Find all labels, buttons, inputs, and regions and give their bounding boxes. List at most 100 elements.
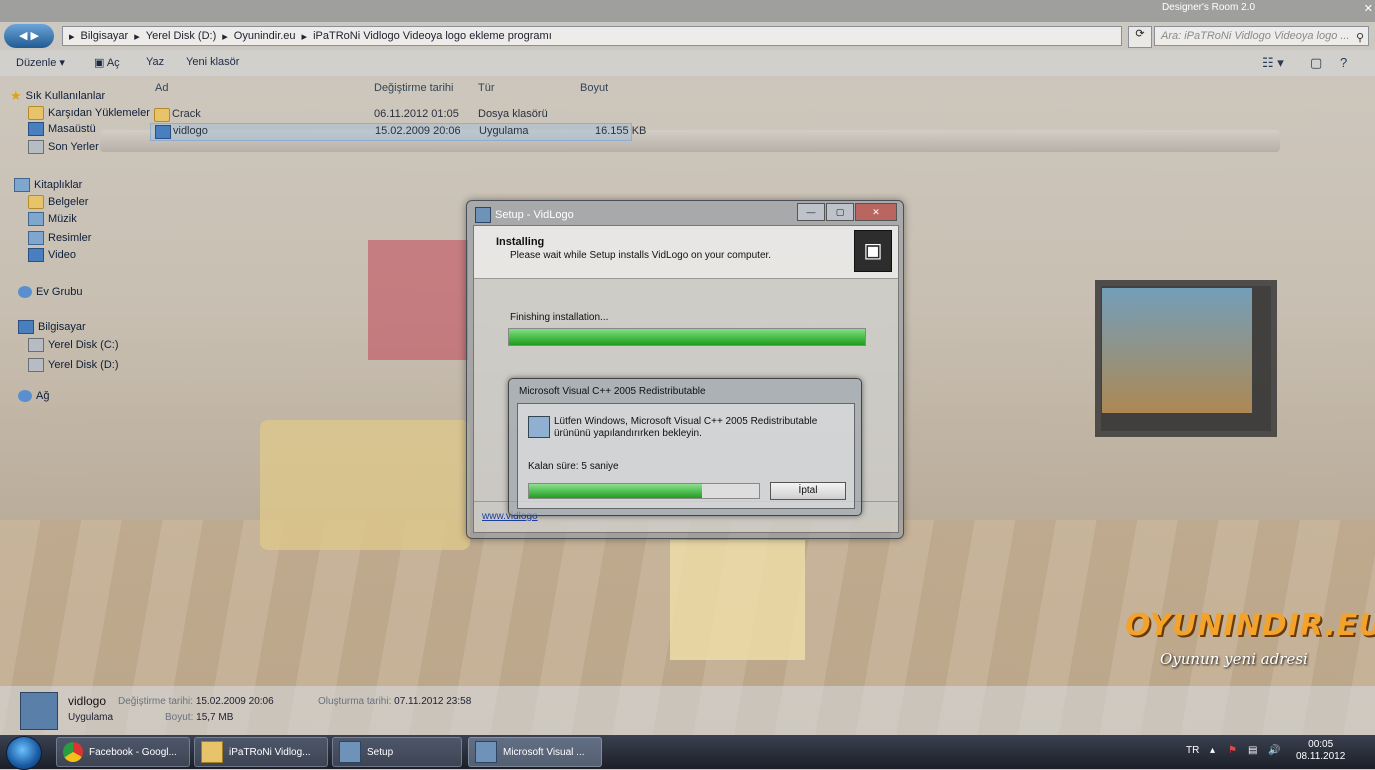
view-options-icon[interactable]: ☷ ▾ bbox=[1262, 55, 1284, 71]
downloads-icon bbox=[28, 106, 44, 120]
installer-icon bbox=[528, 416, 550, 438]
breadcrumb-disk-d[interactable]: Yerel Disk (D:) bbox=[146, 30, 217, 42]
application-icon bbox=[155, 125, 171, 142]
file-row[interactable]: Crack 06.11.2012 01:05 Dosya klasörü bbox=[150, 107, 630, 123]
details-type: Uygulama bbox=[68, 712, 114, 723]
column-type[interactable]: Tür bbox=[478, 82, 495, 94]
sidebar-item-documents[interactable]: Belgeler bbox=[28, 195, 88, 209]
address-bar[interactable]: ▸ Bilgisayar ▸ Yerel Disk (D:) ▸ Oyunind… bbox=[62, 26, 1122, 46]
clock-time: 00:05 bbox=[1308, 739, 1334, 750]
file-date: 06.11.2012 01:05 bbox=[374, 108, 459, 120]
refresh-icon[interactable]: ⟳ bbox=[1128, 26, 1152, 48]
back-arrow-icon[interactable]: ◀ ▶ bbox=[4, 24, 54, 48]
volume-icon[interactable]: 🔊 bbox=[1268, 745, 1280, 756]
taskbar-item-explorer[interactable]: iPaTRoNi Vidlog... bbox=[194, 737, 328, 767]
breadcrumb-current-folder[interactable]: iPaTRoNi Vidlogo Videoya logo ekleme pro… bbox=[313, 30, 552, 42]
computer-icon bbox=[18, 320, 34, 334]
desktop-icon bbox=[28, 122, 44, 136]
homegroup-icon bbox=[18, 286, 32, 298]
file-row[interactable]: vidlogo 15.02.2009 20:06 Uygulama 16.155… bbox=[150, 123, 646, 142]
sidebar-item-disk-d[interactable]: Yerel Disk (D:) bbox=[28, 358, 119, 372]
file-type: Dosya klasörü bbox=[478, 108, 548, 120]
pictures-icon bbox=[28, 231, 44, 245]
clock-date: 08.11.2012 bbox=[1296, 751, 1346, 762]
libraries-icon bbox=[14, 178, 30, 192]
file-size: 16.155 KB bbox=[595, 125, 647, 137]
setup-progress-bar bbox=[508, 328, 866, 346]
vc-progress-bar bbox=[528, 483, 760, 499]
taskbar-item-setup[interactable]: Setup bbox=[332, 737, 462, 767]
navigation-pane: ★ Sık Kullanılanlar Karşıdan Yüklemeler M… bbox=[0, 76, 150, 686]
drive-icon bbox=[28, 358, 44, 372]
network-icon[interactable]: ▤ bbox=[1248, 745, 1257, 756]
breadcrumb-sep-icon: ▸ bbox=[301, 30, 308, 43]
sidebar-item-computer[interactable]: Bilgisayar bbox=[18, 320, 86, 334]
command-bar: Düzenle ▾ ▣ Aç Yaz Yeni klasör ☷ ▾ ▢ ? bbox=[0, 50, 1375, 76]
vc-progress-fill bbox=[529, 484, 702, 498]
close-icon[interactable]: ✕ bbox=[1364, 2, 1373, 15]
sidebar-item-music[interactable]: Müzik bbox=[28, 212, 77, 226]
breadcrumb-sep-icon: ▸ bbox=[222, 30, 228, 43]
file-name: vidlogo bbox=[173, 125, 208, 137]
taskbar-item-chrome[interactable]: Facebook - Googl... bbox=[56, 737, 190, 767]
breadcrumb-oyunindir[interactable]: Oyunindir.eu bbox=[234, 30, 296, 42]
taskbar-clock[interactable]: 00:05 08.11.2012 bbox=[1296, 739, 1345, 763]
show-hidden-icons-icon[interactable]: ▴ bbox=[1210, 745, 1215, 756]
sidebar-item-recent[interactable]: Son Yerler bbox=[28, 140, 99, 154]
vc-dialog-title: Microsoft Visual C++ 2005 Redistributabl… bbox=[519, 386, 706, 397]
taskbar-item-label: Setup bbox=[367, 746, 394, 758]
setup-progress-fill bbox=[509, 329, 865, 345]
sidebar-item-desktop[interactable]: Masaüstü bbox=[28, 122, 96, 136]
taskbar-item-label: iPaTRoNi Vidlog... bbox=[229, 746, 311, 758]
music-icon bbox=[28, 212, 44, 226]
new-folder-button[interactable]: Yeni klasör bbox=[186, 56, 239, 68]
minimize-icon[interactable]: — bbox=[797, 203, 825, 221]
breadcrumb-computer[interactable]: Bilgisayar bbox=[81, 30, 129, 42]
column-date[interactable]: Değiştirme tarihi bbox=[374, 82, 453, 94]
help-icon[interactable]: ? bbox=[1340, 55, 1347, 70]
search-placeholder: Ara: iPaTRoNi Vidlogo Videoya logo ... bbox=[1161, 30, 1350, 42]
star-icon: ★ bbox=[10, 88, 22, 103]
organize-button[interactable]: Düzenle ▾ bbox=[16, 56, 65, 69]
address-row: ◀ ▶ ▸ Bilgisayar ▸ Yerel Disk (D:) ▸ Oyu… bbox=[0, 22, 1375, 50]
print-button[interactable]: Yaz bbox=[146, 56, 164, 68]
details-created: Oluşturma tarihi: 07.11.2012 23:58 bbox=[318, 696, 472, 707]
search-icon: ⚲ bbox=[1355, 32, 1364, 44]
sidebar-item-network[interactable]: Ağ bbox=[18, 390, 49, 402]
sidebar-item-pictures[interactable]: Resimler bbox=[28, 231, 91, 245]
setup-dialog-title: Setup - VidLogo bbox=[475, 207, 574, 223]
sidebar-item-disk-c[interactable]: Yerel Disk (C:) bbox=[28, 338, 119, 352]
start-button[interactable] bbox=[6, 736, 42, 770]
file-type: Uygulama bbox=[479, 125, 529, 137]
search-input[interactable]: Ara: iPaTRoNi Vidlogo Videoya logo ... ⚲ bbox=[1154, 26, 1369, 46]
sidebar-item-video[interactable]: Video bbox=[28, 248, 76, 262]
taskbar-item-vc-redist[interactable]: Microsoft Visual ... bbox=[468, 737, 602, 767]
setup-icon bbox=[475, 741, 497, 763]
maximize-icon[interactable]: ▢ bbox=[826, 203, 854, 221]
sidebar-item-downloads[interactable]: Karşıdan Yüklemeler bbox=[28, 106, 150, 120]
setup-header: Installing Please wait while Setup insta… bbox=[474, 226, 898, 279]
setup-status: Finishing installation... bbox=[510, 312, 609, 323]
action-center-flag-icon[interactable]: ⚑ bbox=[1228, 745, 1237, 756]
window-titlebar: Designer's Room 2.0 ✕ bbox=[0, 0, 1375, 22]
window-controls: — ▢ ✕ bbox=[797, 203, 897, 221]
close-icon[interactable]: ✕ bbox=[855, 203, 897, 221]
breadcrumb-sep-icon: ▸ bbox=[134, 30, 140, 43]
details-modified: Değiştirme tarihi: 15.02.2009 20:06 bbox=[118, 696, 274, 707]
setup-icon bbox=[339, 741, 361, 763]
file-name: Crack bbox=[172, 108, 201, 120]
column-size[interactable]: Boyut bbox=[580, 82, 608, 94]
preview-pane-icon[interactable]: ▢ bbox=[1310, 55, 1322, 71]
column-name[interactable]: Ad bbox=[155, 82, 168, 94]
taskbar-item-label: Microsoft Visual ... bbox=[503, 746, 585, 758]
sidebar-item-libraries[interactable]: Kitaplıklar bbox=[14, 178, 82, 192]
details-size: Boyut: 15,7 MB bbox=[165, 712, 234, 723]
language-indicator[interactable]: TR bbox=[1186, 745, 1199, 756]
vc-redist-dialog[interactable]: Microsoft Visual C++ 2005 Redistributabl… bbox=[508, 378, 862, 516]
sidebar-item-favorites[interactable]: ★ Sık Kullanılanlar bbox=[10, 88, 105, 104]
video-icon bbox=[28, 248, 44, 262]
open-button[interactable]: ▣ Aç bbox=[94, 56, 120, 69]
taskbar: Facebook - Googl... iPaTRoNi Vidlog... S… bbox=[0, 735, 1375, 770]
cancel-button[interactable]: İptal bbox=[770, 482, 846, 500]
sidebar-item-homegroup[interactable]: Ev Grubu bbox=[18, 286, 82, 298]
